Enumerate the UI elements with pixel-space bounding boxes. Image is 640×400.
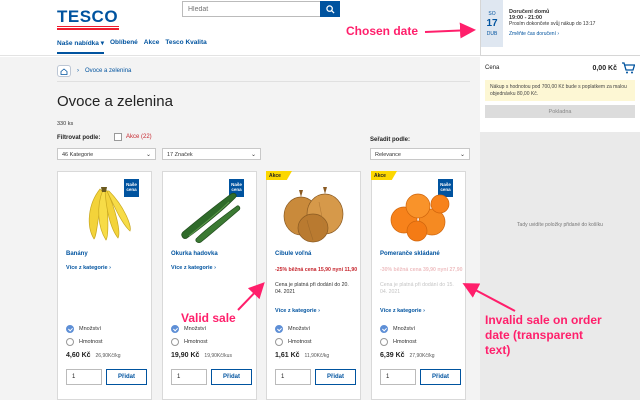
annotation-arrows: [237, 22, 516, 312]
arrow-to-invalid-sale: [462, 283, 516, 312]
arrow-to-date: [424, 22, 476, 39]
arrow-to-valid-sale: [237, 282, 265, 311]
page: TESCO Naše nabídka ▾ Oblíbené Akce Tesco…: [0, 0, 640, 400]
